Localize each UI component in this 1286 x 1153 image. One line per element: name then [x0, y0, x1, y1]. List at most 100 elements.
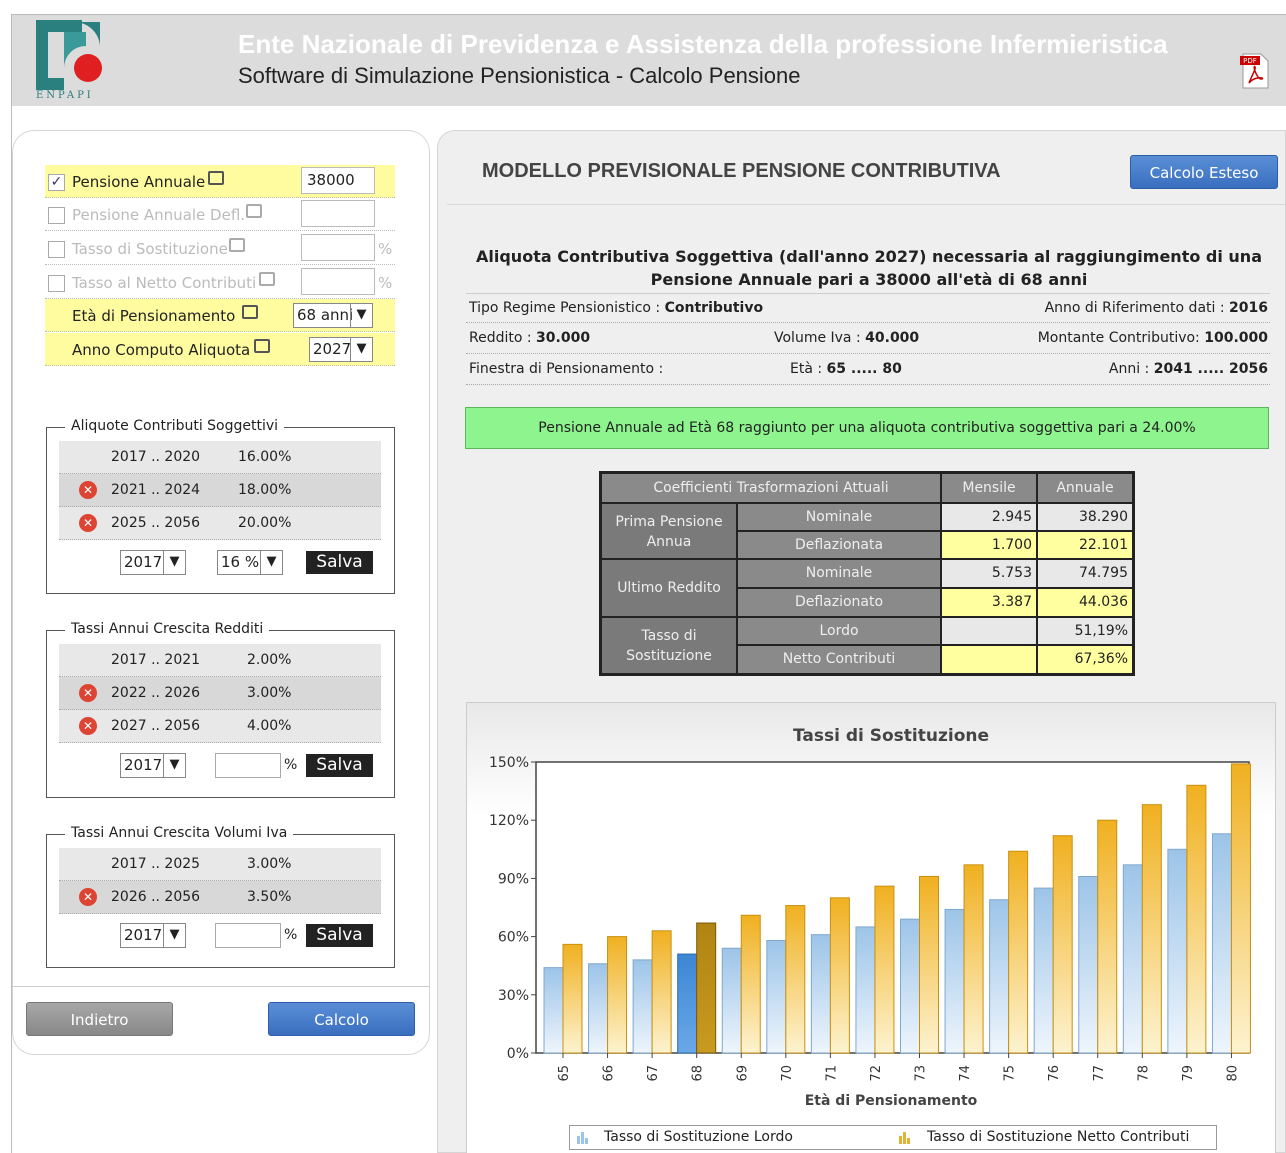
salva-button[interactable]: Salva	[306, 551, 373, 574]
table-row: ✕ 2022 .. 2026 3.00%	[59, 677, 381, 710]
salva-button[interactable]: Salva	[306, 754, 373, 777]
value-cell: 1.700	[941, 531, 1037, 559]
note-icon[interactable]	[246, 204, 262, 218]
salva-button[interactable]: Salva	[306, 924, 373, 947]
range-text: 2022 .. 2026	[111, 685, 201, 701]
value-cell: 38.290	[1037, 503, 1133, 531]
chevron-down-icon: ▼	[350, 338, 372, 361]
pdf-icon[interactable]: PDF	[1240, 53, 1270, 89]
bar-netto	[651, 930, 672, 1054]
label-lordo: Lordo	[737, 617, 941, 645]
value-cell: 51,19%	[1037, 617, 1133, 645]
anno-computo-select[interactable]: 2027 ▼	[309, 337, 373, 362]
x-tick-label: 65	[557, 1065, 572, 1082]
range-text: 2025 .. 2056	[111, 515, 201, 531]
label-tasso-sost: Tasso di Sostituzione	[72, 240, 228, 258]
x-tick-label: 76	[1047, 1065, 1062, 1082]
bar-lordo	[1211, 833, 1232, 1054]
y-tick-label: 60%	[498, 930, 529, 946]
redditi-rate-input[interactable]	[215, 753, 281, 778]
calcolo-esteso-button[interactable]: Calcolo Esteso	[1130, 155, 1278, 189]
range-text: 2017 .. 2020	[111, 449, 201, 465]
label-netto-contributi: Netto Contributi	[737, 645, 941, 674]
divider	[447, 204, 1286, 205]
range-text: 2027 .. 2056	[111, 718, 201, 734]
info-row-reddito: Reddito : 30.000 Volume Iva : 40.000 Mon…	[466, 324, 1270, 354]
bar-netto	[562, 943, 583, 1054]
iva-year-select[interactable]: 2017 ▼	[120, 923, 186, 948]
label-nominale: Nominale	[737, 559, 941, 588]
bar-netto	[740, 914, 761, 1054]
table-row: ✕ 2025 .. 2056 20.00%	[59, 507, 381, 540]
x-tick-label: 71	[824, 1065, 839, 1082]
tasso-sost-input[interactable]	[301, 234, 375, 261]
x-tick-label: 74	[958, 1065, 973, 1082]
anni-info: Anni : 2041 ..... 2056	[1108, 361, 1268, 377]
bar-lordo	[810, 934, 831, 1054]
range-text: 2021 .. 2024	[111, 482, 201, 498]
note-icon[interactable]	[208, 171, 224, 185]
value-text: 3.00%	[247, 856, 292, 872]
iva-rate-input[interactable]	[215, 923, 281, 948]
checkbox-pensione-annuale[interactable]: ✓	[48, 174, 65, 191]
table-row: ✕ 2021 .. 2024 18.00%	[59, 474, 381, 507]
eta-pensionamento-select[interactable]: 68 anni ▼	[293, 303, 373, 328]
aliquote-pct-select[interactable]: 16 % ▼	[217, 550, 283, 575]
label-anno-computo: Anno Computo Aliquota	[72, 341, 251, 359]
row-pensione-defl: Pensione Annuale Defl.	[45, 198, 395, 231]
delete-icon[interactable]: ✕	[79, 888, 97, 906]
anno-value: 2027	[313, 340, 352, 358]
delete-icon[interactable]: ✕	[79, 684, 97, 702]
indietro-button[interactable]: Indietro	[26, 1002, 173, 1036]
x-tick-label: 72	[869, 1065, 884, 1082]
group-ultimo-reddito: Ultimo Reddito	[601, 559, 737, 617]
delete-icon[interactable]: ✕	[79, 717, 97, 735]
divider	[12, 986, 430, 987]
y-tick-label: 90%	[498, 871, 529, 887]
delete-icon[interactable]: ✕	[79, 481, 97, 499]
tasso-netto-input[interactable]	[301, 268, 375, 295]
aliquote-year-select[interactable]: 2017 ▼	[120, 550, 186, 575]
x-tick-label: 78	[1136, 1065, 1151, 1082]
result-message: Pensione Annuale ad Età 68 raggiunto per…	[465, 407, 1269, 449]
percent-unit: %	[378, 274, 393, 292]
bar-netto	[1186, 784, 1207, 1054]
checkbox-tasso-sost[interactable]	[48, 241, 65, 258]
label-pensione-annuale: Pensione Annuale	[72, 173, 206, 191]
note-icon[interactable]	[242, 305, 258, 319]
chevron-down-icon: ▼	[350, 304, 372, 327]
x-tick-label: 70	[780, 1065, 795, 1082]
delete-icon[interactable]: ✕	[79, 514, 97, 532]
note-icon[interactable]	[259, 272, 275, 286]
bar-lordo	[855, 926, 876, 1054]
x-tick-label: 68	[691, 1065, 706, 1082]
bar-lordo	[1122, 864, 1143, 1054]
bar-lordo	[989, 899, 1010, 1054]
logo-text: ENPAPI	[36, 90, 94, 101]
note-icon[interactable]	[229, 238, 245, 252]
checkbox-pensione-defl[interactable]	[48, 207, 65, 224]
group-tasso-sostituzione: Tasso di Sostituzione	[601, 617, 737, 674]
bar-netto	[1141, 804, 1162, 1054]
x-axis-label: Età di Pensionamento	[805, 1093, 978, 1109]
pensione-annuale-input[interactable]: 38000	[301, 167, 375, 194]
replacement-rate-chart: Tassi di Sostituzione 0% 30% 60% 90% 120% 150%…	[489, 726, 1251, 1109]
x-tick-label: 80	[1225, 1065, 1240, 1082]
label-pensione-defl: Pensione Annuale Defl.	[72, 206, 246, 224]
redditi-year-select[interactable]: 2017 ▼	[120, 753, 186, 778]
info-row-regime: Tipo Regime Pensionistico : Contributivo…	[466, 293, 1270, 323]
pensione-defl-input[interactable]	[301, 200, 375, 227]
value-text: 20.00%	[238, 515, 292, 531]
checkbox-tasso-netto[interactable]	[48, 275, 65, 292]
bar-lordo	[1078, 875, 1099, 1054]
calcolo-button[interactable]: Calcolo	[268, 1002, 415, 1036]
row-pensione-annuale: ✓ Pensione Annuale 38000	[45, 165, 395, 198]
row-tasso-sost: Tasso di Sostituzione %	[45, 232, 395, 265]
header-mensile: Mensile	[941, 473, 1037, 503]
note-icon[interactable]	[254, 339, 270, 353]
anno-riferimento-info: Anno di Riferimento dati : 2016	[1044, 300, 1268, 316]
bar-chart-icon	[898, 1130, 912, 1144]
table-row: ✕ 2026 .. 2056 3.50%	[59, 881, 381, 914]
range-text: 2026 .. 2056	[111, 889, 201, 905]
percent-unit: %	[378, 240, 393, 258]
